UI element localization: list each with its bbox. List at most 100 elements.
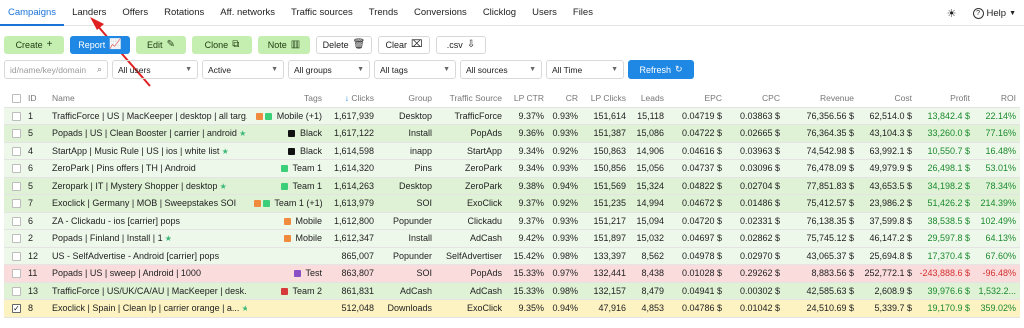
- cell-name[interactable]: Exoclick | Spain | Clean Ip | carrier or…: [52, 300, 247, 317]
- star-icon[interactable]: ★: [219, 147, 229, 156]
- select-all-checkbox[interactable]: [12, 94, 21, 103]
- filter-bar: id/name/key/domain ⌕ All users ▼ Active …: [4, 60, 694, 79]
- column-header-epc[interactable]: EPC: [668, 90, 722, 107]
- table-row[interactable]: 12 US - SelfAdvertise - Android [carrier]…: [4, 247, 1020, 265]
- cell-name[interactable]: US - SelfAdvertise - Android [carrier] p…: [52, 248, 247, 265]
- refresh-button[interactable]: Refresh ↻: [628, 60, 694, 79]
- tag-label: Team 1: [290, 163, 322, 173]
- table-row[interactable]: 5 Zeropark | IT | Mystery Shopper | deskt…: [4, 177, 1020, 195]
- cell-name[interactable]: Popads | US | sweep | Android | 1000: [52, 265, 247, 282]
- row-checkbox[interactable]: [12, 164, 21, 173]
- row-checkbox[interactable]: [12, 251, 21, 261]
- table-row[interactable]: 2 Popads | Finland | Install | 1 ★ Mobile…: [4, 230, 1020, 248]
- cell-name[interactable]: StartApp | Music Rule | US | ios | white…: [52, 143, 247, 160]
- row-checkbox[interactable]: [12, 111, 21, 121]
- row-checkbox[interactable]: [12, 129, 21, 138]
- table-row[interactable]: 7 Exoclick | Germany | MOB | Sweepstakes …: [4, 195, 1020, 213]
- row-checkbox[interactable]: [12, 234, 21, 243]
- campaign-name: US - SelfAdvertise - Android [carrier] p…: [52, 250, 220, 261]
- column-header-lpctr[interactable]: LP CTR: [506, 90, 544, 107]
- theme-toggle-icon[interactable]: ☀: [941, 4, 963, 22]
- table-row[interactable]: 6 ZA - Clickadu - ios [carrier] pops Mobi…: [4, 212, 1020, 230]
- row-checkbox[interactable]: [12, 286, 21, 296]
- cell-name[interactable]: Popads | Finland | Install | 1 ★: [52, 230, 247, 247]
- cell-name[interactable]: ZeroPark | Pins offers | TH | Android: [52, 160, 247, 177]
- column-header-leads[interactable]: Leads: [630, 90, 664, 107]
- users-select[interactable]: All users ▼: [112, 60, 198, 79]
- help-menu[interactable]: ? Help ▼: [972, 7, 1016, 19]
- column-header-revenue[interactable]: Revenue: [786, 90, 854, 107]
- delete-button[interactable]: Delete 🗑: [316, 36, 372, 54]
- cell-name[interactable]: TrafficForce | US | MacKeeper | desktop …: [52, 108, 247, 125]
- clear-button[interactable]: Clear ⌧: [378, 36, 430, 54]
- star-icon[interactable]: ★: [217, 182, 227, 191]
- column-header-cr[interactable]: CR: [548, 90, 578, 107]
- column-header-group[interactable]: Group: [380, 90, 432, 107]
- table-row[interactable]: 11 Popads | US | sweep | Android | 1000 T…: [4, 265, 1020, 283]
- tab-offers[interactable]: Offers: [114, 0, 156, 26]
- tab-users[interactable]: Users: [524, 0, 565, 26]
- tab-files[interactable]: Files: [565, 0, 601, 26]
- table-row[interactable]: 1 TrafficForce | US | MacKeeper | desktop…: [4, 107, 1020, 125]
- table-row[interactable]: ✓ 8 Exoclick | Spain | Clean Ip | carrier …: [4, 300, 1020, 318]
- table-row[interactable]: 6 ZeroPark | Pins offers | TH | Android T…: [4, 160, 1020, 178]
- column-header-id[interactable]: ID: [28, 90, 48, 107]
- cell-name[interactable]: Exoclick | Germany | MOB | Sweepstakes S…: [52, 195, 247, 212]
- csv-export-button[interactable]: .csv ⇩: [436, 36, 486, 54]
- tab-campaigns[interactable]: Campaigns: [0, 0, 65, 26]
- clone-button[interactable]: Clone ⧉: [192, 36, 252, 54]
- column-header-profit[interactable]: Profit: [914, 90, 970, 107]
- toolbar: Create + Report 📈 Edit ✎ Clone ⧉ Note ▥ …: [4, 36, 486, 54]
- row-checkbox[interactable]: [12, 216, 21, 226]
- cell-name[interactable]: Popads | US | Clean Booster | carrier | …: [52, 125, 247, 142]
- column-header-label: Group: [408, 93, 432, 103]
- tab-trends[interactable]: Trends: [361, 0, 406, 26]
- column-header-name[interactable]: Name: [52, 90, 247, 107]
- tab-aff-networks[interactable]: Aff. networks: [212, 0, 283, 26]
- tab-rotations[interactable]: Rotations: [156, 0, 212, 26]
- cell-epc: 0.04719 $: [681, 110, 722, 121]
- cell-leads: 15,094: [636, 215, 664, 226]
- column-header-roi[interactable]: ROI: [974, 90, 1016, 107]
- row-checkbox[interactable]: [12, 269, 21, 278]
- time-select[interactable]: All Time ▼: [546, 60, 624, 79]
- cell-clicks: 1,612,347: [333, 233, 374, 243]
- column-header-source[interactable]: Traffic Source: [436, 90, 502, 107]
- cell-revenue: 76,138.35 $: [806, 215, 854, 226]
- column-header-cost[interactable]: Cost: [858, 90, 912, 107]
- column-header-label: Traffic Source: [449, 93, 502, 103]
- row-checkbox[interactable]: [12, 199, 21, 208]
- column-header-tags[interactable]: Tags: [254, 90, 322, 107]
- column-header-clicks[interactable]: ↓ Clicks: [326, 90, 374, 107]
- table-row[interactable]: 13 TrafficForce | US/UK/CA/AU | MacKeeper…: [4, 282, 1020, 300]
- cell-name[interactable]: ZA - Clickadu - ios [carrier] pops: [52, 213, 247, 230]
- create-button[interactable]: Create +: [4, 36, 64, 54]
- cell-cpc: 0.02331 $: [739, 215, 780, 226]
- sources-select[interactable]: All sources ▼: [460, 60, 542, 79]
- cell-name[interactable]: TrafficForce | US/UK/CA/AU | MacKeeper |…: [52, 283, 247, 300]
- note-button[interactable]: Note ▥: [258, 36, 310, 54]
- column-header-lpclicks[interactable]: LP Clicks: [582, 90, 626, 107]
- star-icon[interactable]: ★: [163, 234, 172, 243]
- tab-conversions[interactable]: Conversions: [406, 0, 475, 26]
- row-checkbox[interactable]: [12, 181, 21, 191]
- report-button[interactable]: Report 📈: [70, 36, 130, 54]
- search-input[interactable]: id/name/key/domain ⌕: [4, 60, 108, 79]
- star-icon[interactable]: ★: [237, 129, 246, 138]
- tab-landers[interactable]: Landers: [64, 0, 114, 26]
- groups-select[interactable]: All groups ▼: [288, 60, 370, 79]
- edit-button[interactable]: Edit ✎: [136, 36, 186, 54]
- table-row[interactable]: 4 StartApp | Music Rule | US | ios | whit…: [4, 142, 1020, 160]
- star-icon[interactable]: ★: [239, 304, 247, 313]
- tab-clicklog[interactable]: Clicklog: [475, 0, 524, 26]
- tag-label: Black: [297, 128, 322, 138]
- cell-name[interactable]: Zeropark | IT | Mystery Shopper | deskto…: [52, 178, 247, 195]
- tags-select[interactable]: All tags ▼: [374, 60, 456, 79]
- row-checkbox[interactable]: ✓: [12, 304, 21, 313]
- row-checkbox[interactable]: [12, 146, 21, 156]
- status-select[interactable]: Active ▼: [202, 60, 284, 79]
- column-header-cpc[interactable]: CPC: [726, 90, 780, 107]
- tab-traffic-sources[interactable]: Traffic sources: [283, 0, 361, 26]
- table-row[interactable]: 5 Popads | US | Clean Booster | carrier |…: [4, 125, 1020, 143]
- tag-label: Black: [297, 145, 322, 156]
